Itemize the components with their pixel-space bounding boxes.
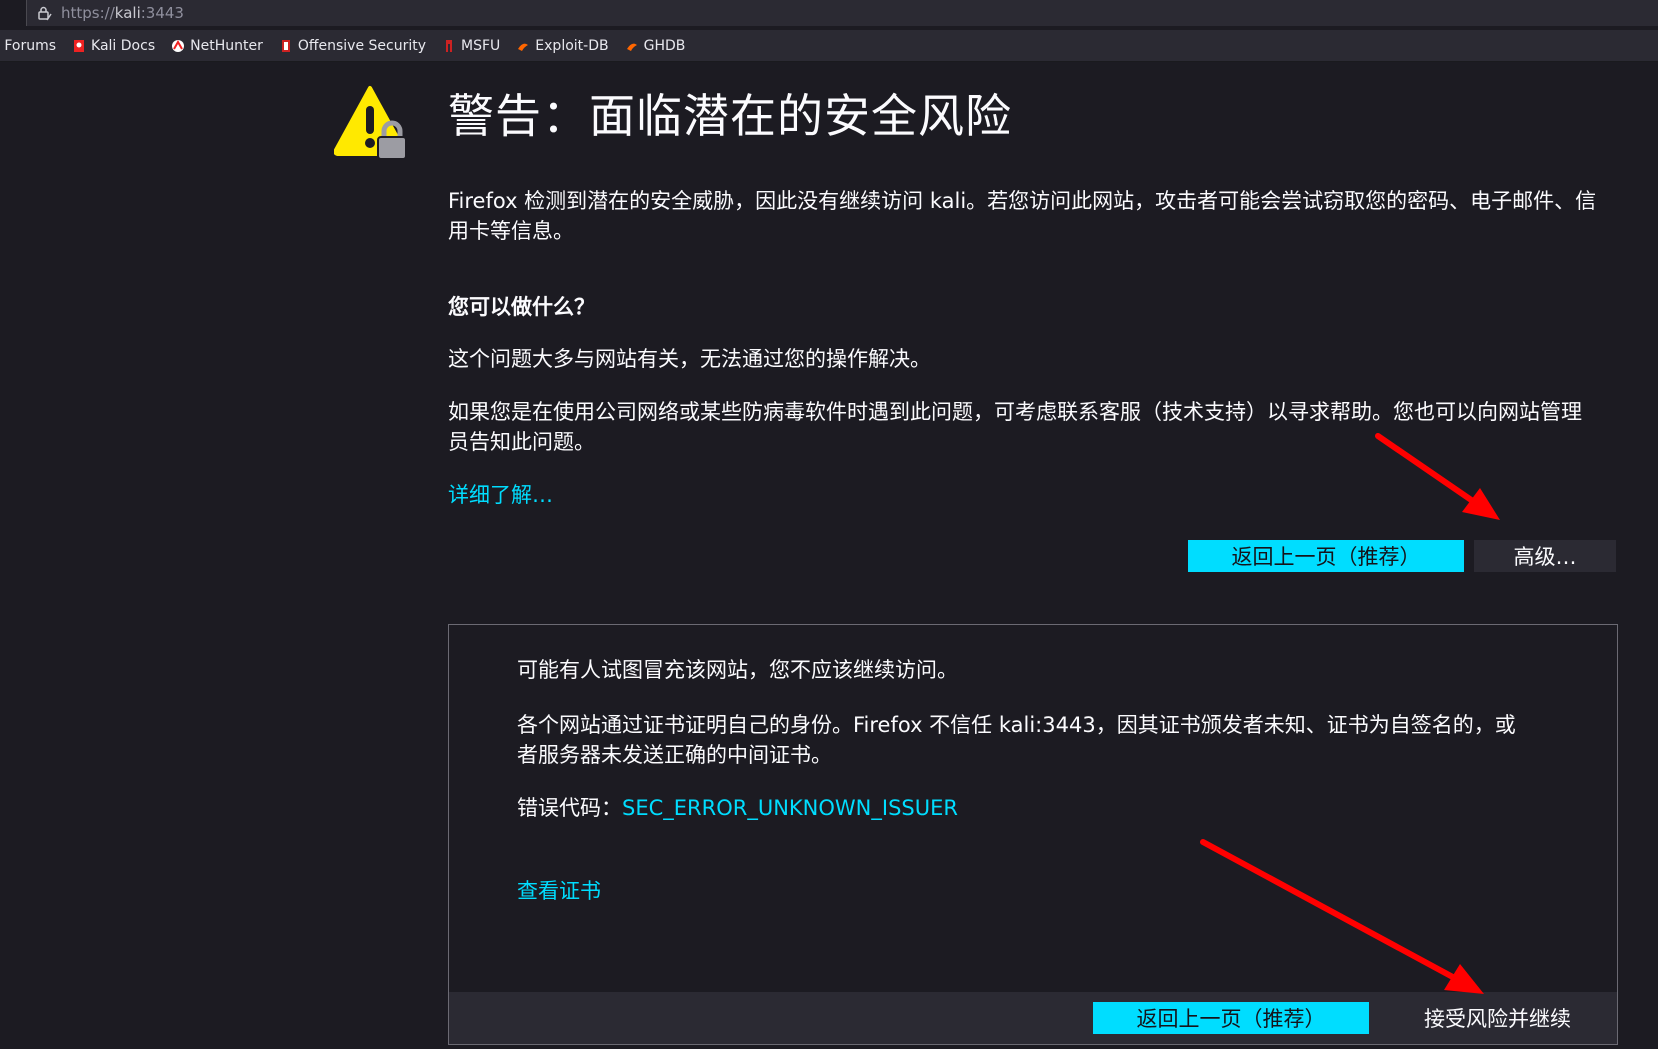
page-title: 警告：面临潜在的安全风险	[448, 89, 1012, 143]
lock-warning-icon[interactable]	[35, 4, 53, 22]
advanced-button[interactable]: 高级…	[1474, 540, 1616, 572]
what-can-you-do-heading: 您可以做什么？	[448, 295, 595, 319]
learn-more-link[interactable]: 详细了解…	[448, 479, 553, 509]
view-certificate-link[interactable]: 查看证书	[517, 879, 601, 903]
view-certificate-line: 查看证书	[517, 876, 1517, 906]
url-text: https://kali:3443	[61, 4, 184, 22]
bookmark-kali-forums[interactable]: i Forums	[0, 38, 56, 54]
company-network-text: 如果您是在使用公司网络或某些防病毒软件时遇到此问题，可考虑联系客服（技术支持）以…	[448, 400, 1582, 454]
error-code-label: 错误代码：	[517, 796, 622, 820]
bookmark-kali-docs[interactable]: Kali Docs	[72, 38, 155, 54]
msfu-icon	[442, 39, 456, 53]
bookmark-label: Kali Docs	[91, 37, 156, 54]
advanced-go-back-button[interactable]: 返回上一页（推荐）	[1093, 1002, 1369, 1034]
advanced-panel-footer: 返回上一页（推荐） 接受风险并继续	[449, 992, 1617, 1044]
ghdb-icon	[625, 39, 639, 53]
bookmark-offensive-security[interactable]: Offensive Security	[279, 38, 426, 54]
error-code-line: 错误代码：SEC_ERROR_UNKNOWN_ISSUER	[517, 793, 1517, 823]
offsec-icon	[279, 39, 293, 53]
site-problem-text: 这个问题大多与网站有关，无法通过您的操作解决。	[448, 347, 931, 371]
exploitdb-icon	[516, 39, 530, 53]
url-bar: https://kali:3443	[0, 0, 1658, 28]
bookmark-label: Exploit-DB	[535, 37, 609, 54]
intro-text: Firefox 检测到潜在的安全威胁，因此没有继续访问 kali。若您访问此网站…	[448, 189, 1597, 243]
bookmark-label: MSFU	[461, 37, 501, 54]
error-code-link[interactable]: SEC_ERROR_UNKNOWN_ISSUER	[622, 796, 958, 820]
bookmark-exploit-db[interactable]: Exploit-DB	[516, 37, 609, 54]
impersonate-warning-text: 可能有人试图冒充该网站，您不应该继续访问。	[517, 658, 958, 682]
nethunter-icon	[171, 39, 185, 53]
certificate-explanation-text: 各个网站通过证书证明自己的身份。Firefox 不信任 kali:3443，因其…	[517, 713, 1516, 767]
go-back-button[interactable]: 返回上一页（推荐）	[1188, 540, 1464, 572]
bookmark-label: Offensive Security	[297, 37, 427, 54]
bookmark-label: NetHunter	[190, 37, 263, 54]
accept-risk-button[interactable]: 接受风险并继续	[1420, 1002, 1575, 1034]
bookmark-label: GHDB	[643, 37, 686, 54]
warning-lock-icon	[333, 84, 414, 164]
bookmark-label: i Forums	[0, 37, 57, 54]
bookmark-msfu[interactable]: MSFU	[442, 38, 500, 54]
bookmark-ghdb[interactable]: GHDB	[625, 37, 686, 54]
kali-docs-icon	[72, 39, 86, 53]
bookmark-nethunter[interactable]: NetHunter	[171, 38, 263, 54]
address-field[interactable]: https://kali:3443	[26, 0, 1658, 26]
bookmarks-toolbar: i Forums Kali Docs NetHunter Offensive S…	[0, 30, 1658, 62]
advanced-panel: 可能有人试图冒充该网站，您不应该继续访问。 各个网站通过证书证明自己的身份。Fi…	[448, 624, 1618, 1045]
